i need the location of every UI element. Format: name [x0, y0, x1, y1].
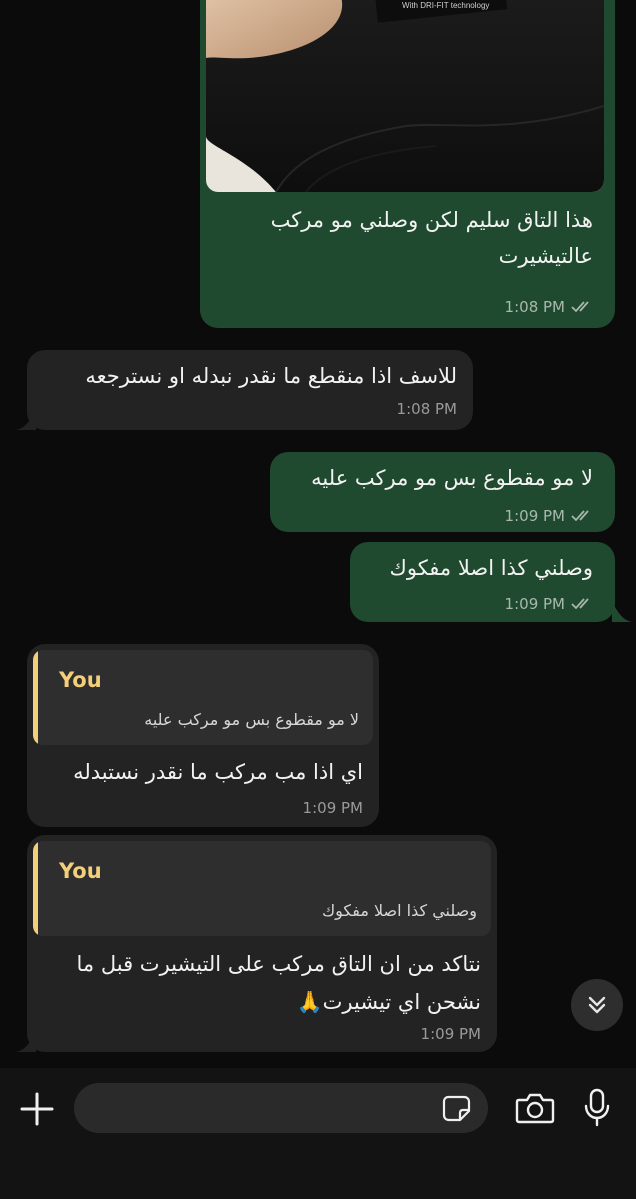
bubble-tail: [16, 1032, 36, 1052]
message-text: وصلني كذا اصلا مفكوك: [389, 556, 593, 580]
double-check-icon: [571, 301, 589, 313]
quoted-message[interactable]: You وصلني كذا اصلا مفكوك: [33, 841, 491, 936]
microphone-button[interactable]: [582, 1088, 612, 1128]
camera-icon: [515, 1093, 555, 1124]
message-bubble-outgoing[interactable]: وصلني كذا اصلا مفكوك 1:09 PM: [350, 542, 615, 622]
message-time: 1:09 PM: [504, 507, 565, 525]
quote-accent-bar: [33, 650, 38, 745]
photo-label-text: With DRI-FIT technology: [402, 1, 489, 10]
message-input[interactable]: [74, 1083, 488, 1133]
attach-button[interactable]: [18, 1090, 56, 1128]
message-text: لا مو مقطوع بس مو مركب عليه: [311, 466, 593, 490]
double-chevron-down-icon: [588, 996, 606, 1014]
bubble-tail: [16, 410, 36, 430]
message-meta: 1:09 PM: [303, 799, 363, 817]
quote-author: You: [59, 668, 102, 692]
message-meta: 1:08 PM: [397, 400, 457, 418]
message-bubble-incoming-reply[interactable]: You لا مو مقطوع بس مو مركب عليه اي اذا م…: [27, 644, 379, 827]
message-bubble-incoming-reply[interactable]: You وصلني كذا اصلا مفكوك نتاكد من ان الت…: [27, 835, 497, 1052]
message-time: 1:08 PM: [504, 298, 565, 316]
plus-icon: [20, 1092, 54, 1126]
camera-button[interactable]: [515, 1091, 555, 1125]
double-check-icon: [571, 510, 589, 522]
message-time: 1:09 PM: [420, 1025, 481, 1043]
quote-accent-bar: [33, 841, 38, 936]
sticker-button[interactable]: [442, 1095, 472, 1123]
message-time: 1:09 PM: [504, 595, 565, 613]
attached-photo[interactable]: With DRI-FIT technology: [206, 0, 604, 192]
double-check-icon: [571, 598, 589, 610]
message-meta: 1:09 PM: [505, 595, 595, 613]
message-meta: 1:09 PM: [421, 1025, 481, 1043]
quoted-message[interactable]: You لا مو مقطوع بس مو مركب عليه: [33, 650, 373, 745]
message-meta: 1:09 PM: [505, 507, 595, 525]
scroll-to-bottom-button[interactable]: [571, 979, 623, 1031]
quote-text: لا مو مقطوع بس مو مركب عليه: [144, 710, 359, 729]
message-bubble-outgoing-image[interactable]: With DRI-FIT technology هذا التاق سليم ل…: [200, 0, 615, 328]
message-text: نتاكد من ان التاق مركب على التيشيرت قبل …: [76, 952, 481, 1014]
message-meta: 1:08 PM: [505, 298, 595, 316]
quote-author: You: [59, 859, 102, 883]
bubble-tail: [612, 602, 632, 622]
message-text: اي اذا مب مركب ما نقدر نستبدله: [73, 760, 363, 784]
message-time: 1:09 PM: [302, 799, 363, 817]
sticker-icon: [442, 1095, 471, 1122]
quote-text: وصلني كذا اصلا مفكوك: [321, 901, 477, 920]
message-text: هذا التاق سليم لكن وصلني مو مركب عالتيشي…: [270, 208, 593, 268]
message-bubble-outgoing[interactable]: لا مو مقطوع بس مو مركب عليه 1:09 PM: [270, 452, 615, 532]
microphone-icon: [584, 1088, 610, 1127]
message-time: 1:08 PM: [396, 400, 457, 418]
photo-image: With DRI-FIT technology: [206, 0, 604, 192]
message-text: للاسف اذا منقطع ما نقدر نبدله او نسترجعه: [85, 364, 457, 388]
message-bubble-incoming[interactable]: للاسف اذا منقطع ما نقدر نبدله او نسترجعه…: [27, 350, 473, 430]
